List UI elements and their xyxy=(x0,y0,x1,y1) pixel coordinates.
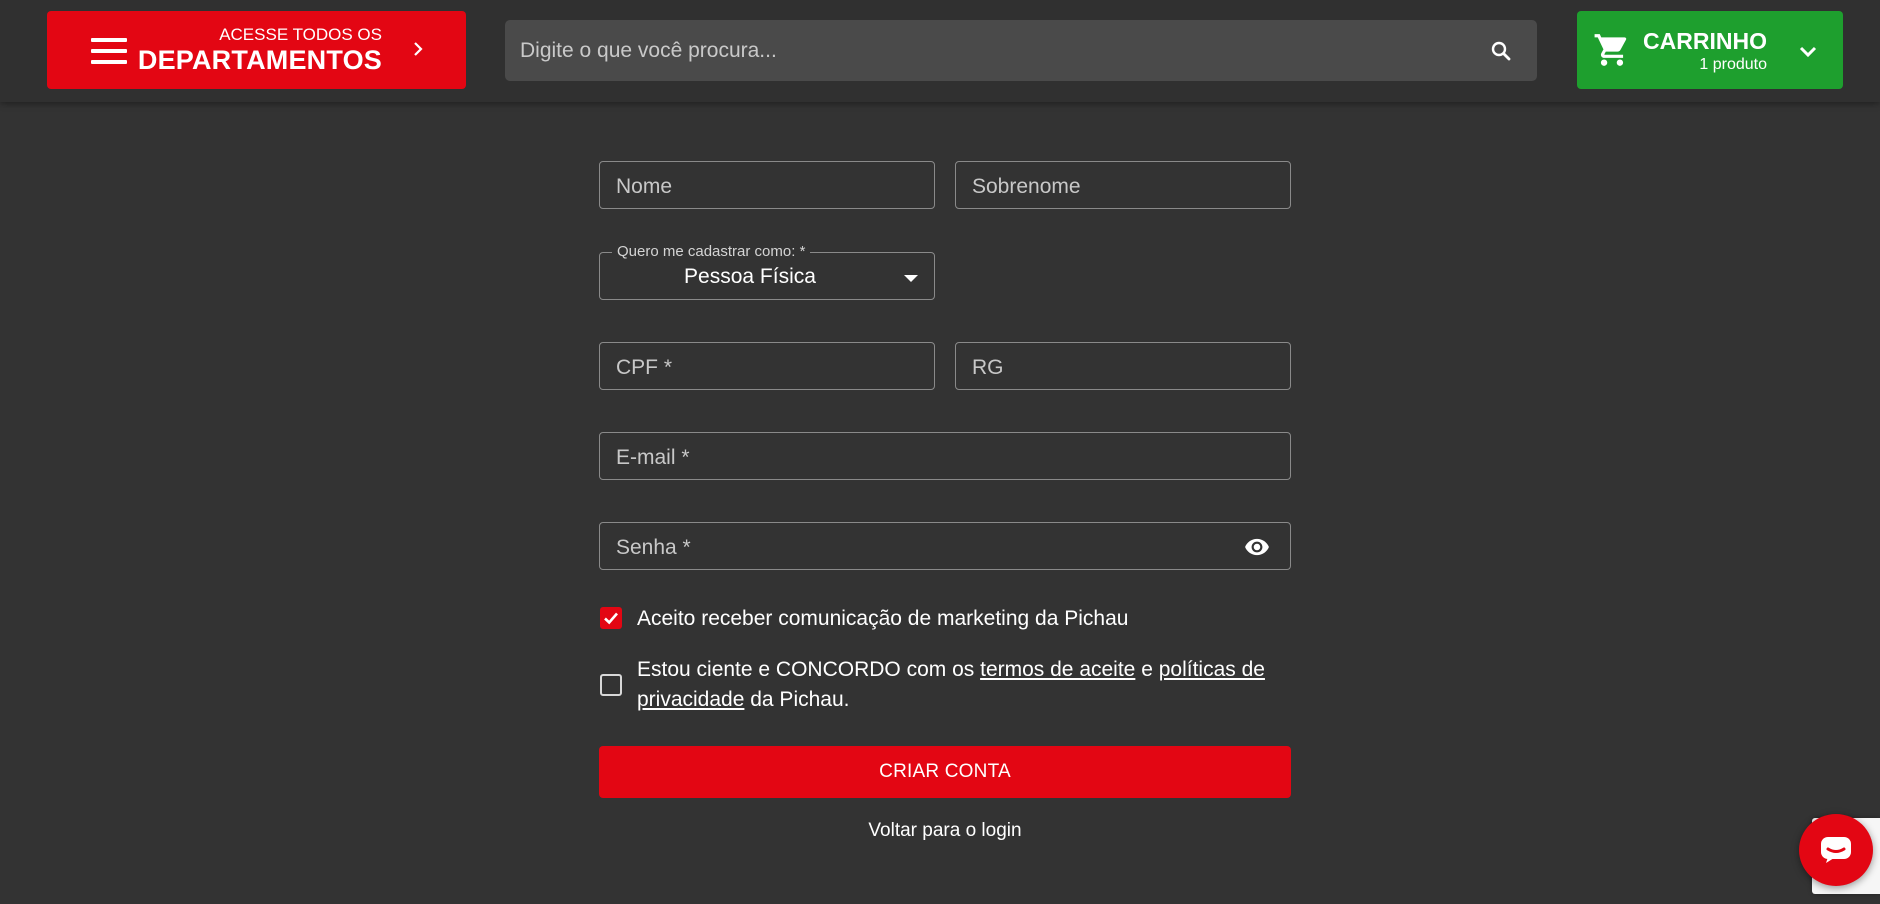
eye-icon[interactable] xyxy=(1242,534,1272,560)
password-placeholder: Senha * xyxy=(616,536,691,559)
chat-icon xyxy=(1821,837,1851,863)
departments-button[interactable]: ACESSE TODOS OS DEPARTAMENTOS xyxy=(47,11,466,89)
last-name-field[interactable]: Sobrenome xyxy=(955,161,1291,209)
terms-text-after: da Pichau. xyxy=(744,688,850,711)
terms-consent-label: Estou ciente e CONCORDO com os termos de… xyxy=(637,655,1291,715)
password-field[interactable]: Senha * xyxy=(599,522,1291,570)
chevron-right-icon xyxy=(414,42,423,56)
departments-main-label: DEPARTAMENTOS xyxy=(137,45,382,75)
email-placeholder: E-mail * xyxy=(616,446,690,469)
last-name-placeholder: Sobrenome xyxy=(972,175,1081,198)
cpf-placeholder: CPF * xyxy=(616,356,673,379)
terms-consent-checkbox[interactable] xyxy=(600,674,622,696)
search-icon[interactable] xyxy=(1489,39,1513,63)
terms-link[interactable]: termos de aceite xyxy=(980,658,1135,681)
marketing-consent-label: Aceito receber comunicação de marketing … xyxy=(637,607,1129,630)
site-header: ACESSE TODOS OS DEPARTAMENTOS Digite o q… xyxy=(0,0,1880,102)
back-to-login-link[interactable]: Voltar para o login xyxy=(599,820,1291,842)
email-field[interactable]: E-mail * xyxy=(599,432,1291,480)
rg-placeholder: RG xyxy=(972,356,1004,379)
dropdown-arrow-icon xyxy=(904,275,918,282)
departments-top-label: ACESSE TODOS OS xyxy=(219,25,382,44)
cart-button[interactable]: CARRINHO 1 produto xyxy=(1577,11,1843,89)
cpf-field[interactable]: CPF * xyxy=(599,342,935,390)
marketing-consent-checkbox[interactable] xyxy=(600,607,622,629)
register-as-value: Pessoa Física xyxy=(684,265,816,288)
rg-field[interactable]: RG xyxy=(955,342,1291,390)
chevron-down-icon[interactable] xyxy=(1797,41,1819,63)
chat-button[interactable] xyxy=(1799,814,1873,886)
register-as-label: Quero me cadastrar como: * xyxy=(612,243,811,260)
hamburger-icon xyxy=(91,38,127,64)
first-name-placeholder: Nome xyxy=(616,175,673,198)
search-placeholder: Digite o que você procura... xyxy=(520,39,777,62)
terms-text-before: Estou ciente e CONCORDO com os xyxy=(637,658,981,681)
shopping-cart-icon xyxy=(1594,34,1627,66)
terms-text-middle: e xyxy=(1135,658,1159,681)
first-name-field[interactable]: Nome xyxy=(599,161,935,209)
register-as-select[interactable]: Quero me cadastrar como: * Pessoa Física xyxy=(599,243,935,300)
search-input[interactable]: Digite o que você procura... xyxy=(505,20,1537,81)
cart-title: CARRINHO xyxy=(1643,28,1767,54)
cart-count: 1 produto xyxy=(1699,56,1767,73)
check-icon xyxy=(604,612,618,625)
create-account-button[interactable]: CRIAR CONTA xyxy=(599,746,1291,798)
